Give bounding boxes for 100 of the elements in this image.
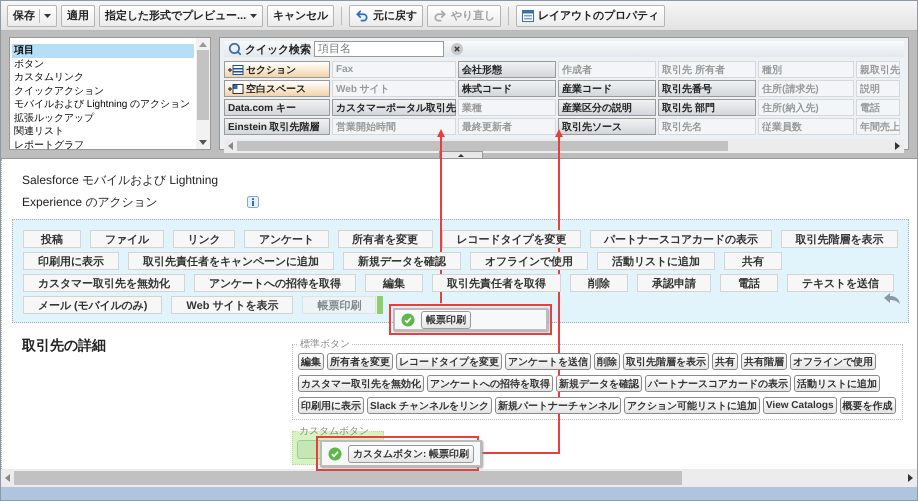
category-item[interactable]: 拡張ルックアップ [12, 112, 194, 125]
reply-arrow-icon[interactable] [884, 293, 900, 304]
undo-icon [355, 8, 370, 22]
standard-button[interactable]: パートナースコアカードの表示 [645, 375, 791, 392]
horizontal-scrollbar[interactable] [224, 139, 904, 153]
standard-button[interactable]: 削除 [594, 353, 620, 370]
vertical-scrollbar[interactable] [196, 38, 210, 149]
action-button[interactable]: ファイル [90, 230, 164, 248]
standard-button[interactable]: 新規データを確認 [556, 375, 642, 392]
search-label: クイック検索 [245, 42, 311, 56]
action-button[interactable]: テキストを送信 [787, 274, 894, 292]
scroll-up-icon[interactable] [199, 42, 207, 47]
action-button[interactable]: 承認申請 [637, 274, 711, 292]
scroll-right-icon[interactable] [895, 142, 900, 150]
action-button[interactable]: パートナースコアカードの表示 [590, 230, 772, 248]
category-item[interactable]: カスタムリンク [12, 71, 194, 84]
field-tile[interactable]: 株式コード [458, 80, 556, 97]
group-label: 標準ボタン [299, 338, 351, 351]
toolbar-button[interactable]: レイアウトのプロパティ [516, 4, 666, 26]
scroll-left-icon[interactable] [5, 474, 10, 482]
field-tile[interactable]: 会社形態 [458, 61, 556, 78]
scroll-left-icon[interactable] [228, 142, 233, 150]
action-button[interactable]: アンケートへの招待を取得 [194, 274, 356, 292]
category-item[interactable]: 項目 [12, 44, 194, 58]
field-tile[interactable]: Einstein 取引先階層 [224, 118, 330, 135]
field-tile[interactable]: 空白スペース [224, 80, 330, 97]
action-button[interactable]: レコードタイプを変更 [442, 230, 581, 248]
action-button[interactable]: アンケート [244, 230, 329, 248]
standard-button[interactable]: 新規パートナーチャンネル [494, 397, 621, 414]
toolbar-button[interactable]: キャンセル [267, 4, 334, 26]
scroll-down-icon[interactable] [199, 140, 207, 145]
field-tile[interactable]: 産業コード [558, 80, 656, 97]
drag-label: カスタムボタン: 帳票印刷 [348, 444, 474, 462]
field-tile[interactable]: Data.com キー [224, 99, 330, 116]
scroll-right-icon[interactable] [908, 474, 913, 482]
blank-space-icon [228, 84, 244, 94]
action-button[interactable]: メール (モバイルのみ) [23, 296, 162, 314]
layout-icon [522, 10, 534, 22]
field-tile[interactable]: 産業区分の説明 [558, 99, 656, 116]
action-button[interactable]: 投稿 [23, 230, 81, 248]
standard-button[interactable]: 活動リストに追加 [794, 375, 880, 392]
action-button[interactable]: 印刷用に表示 [23, 252, 119, 270]
action-button[interactable]: 共有 [724, 252, 782, 270]
action-button[interactable]: 削除 [570, 274, 628, 292]
standard-button[interactable]: 印刷用に表示 [298, 397, 364, 414]
action-button[interactable]: オフラインで使用 [470, 252, 588, 270]
standard-button[interactable]: オフラインで使用 [790, 353, 876, 370]
redo-icon [433, 8, 448, 22]
standard-button[interactable]: 所有者を変更 [327, 353, 393, 370]
caret-icon [250, 14, 258, 18]
toolbar-button[interactable]: 適用 [61, 4, 95, 26]
standard-button[interactable]: カスタマー取引先を無効化 [298, 375, 424, 392]
standard-button[interactable]: View Catalogs [762, 397, 837, 414]
standard-button[interactable]: アンケートを送信 [505, 353, 591, 370]
section-icon [228, 64, 244, 74]
action-button[interactable]: 取引先責任者をキャンペーンに追加 [128, 252, 334, 270]
drop-marker [377, 296, 384, 314]
action-button[interactable]: リンク [172, 230, 236, 248]
standard-button[interactable]: Slack チャンネルをリンク [367, 397, 492, 414]
category-item[interactable]: ボタン [12, 58, 194, 71]
section-title: 取引先の詳細 [20, 337, 107, 355]
horizontal-scrollbar[interactable] [1, 469, 917, 487]
action-button[interactable]: Web サイトを表示 [171, 296, 294, 314]
clear-icon[interactable] [451, 43, 463, 55]
field-tile[interactable]: 取引先番号 [658, 80, 756, 97]
standard-button[interactable]: 共有 [712, 353, 738, 370]
action-button[interactable]: 電話 [720, 274, 778, 292]
toolbar-button[interactable]: 指定した形式でプレビュー... [99, 4, 264, 26]
check-icon [401, 312, 415, 326]
category-item[interactable]: モバイルおよび Lightning のアクション [12, 98, 194, 112]
action-button[interactable]: 活動リストに追加 [597, 252, 715, 270]
action-button[interactable]: カスタマー取引先を無効化 [23, 274, 185, 292]
search-field[interactable]: 項目名 [314, 41, 444, 57]
category-item[interactable]: レポートグラフ [12, 138, 194, 152]
field-tile[interactable]: カスタマーポータル取引先 [332, 99, 456, 116]
standard-button[interactable]: アンケートへの招待を取得 [427, 375, 553, 392]
standard-button[interactable]: レコードタイプを変更 [396, 353, 502, 370]
action-button[interactable]: 取引先責任者を取得 [432, 274, 561, 292]
section-title: Salesforce モバイルおよび Lightning Experience のアクション [22, 172, 220, 211]
standard-button[interactable]: 編集 [298, 353, 324, 370]
field-tile[interactable]: 取引先 部門 [658, 99, 756, 116]
info-icon[interactable] [247, 196, 259, 208]
toolbar-button[interactable]: 保存 [7, 4, 57, 26]
action-button[interactable]: 編集 [365, 274, 423, 292]
caret-icon [44, 14, 51, 18]
action-button[interactable]: 新規データを確認 [343, 252, 461, 270]
drag-label: 帳票印刷 [421, 310, 471, 328]
field-tile[interactable]: 取引先ソース [558, 118, 656, 135]
check-icon [328, 446, 342, 460]
standard-button[interactable]: 取引先階層を表示 [623, 353, 709, 370]
field-tile[interactable]: セクション [224, 61, 330, 78]
collapse-handle[interactable] [439, 151, 483, 158]
action-button[interactable]: 所有者を変更 [338, 230, 433, 248]
standard-button[interactable]: 概要を作成 [840, 397, 896, 414]
category-item[interactable]: 関連リスト [12, 125, 194, 138]
action-button[interactable]: 取引先階層を表示 [780, 230, 898, 248]
category-item[interactable]: クイックアクション [12, 84, 194, 98]
standard-button[interactable]: アクション可能リストに追加 [624, 397, 760, 414]
toolbar-button[interactable]: 元に戻す [349, 4, 424, 26]
standard-button[interactable]: 共有階層 [741, 353, 787, 370]
